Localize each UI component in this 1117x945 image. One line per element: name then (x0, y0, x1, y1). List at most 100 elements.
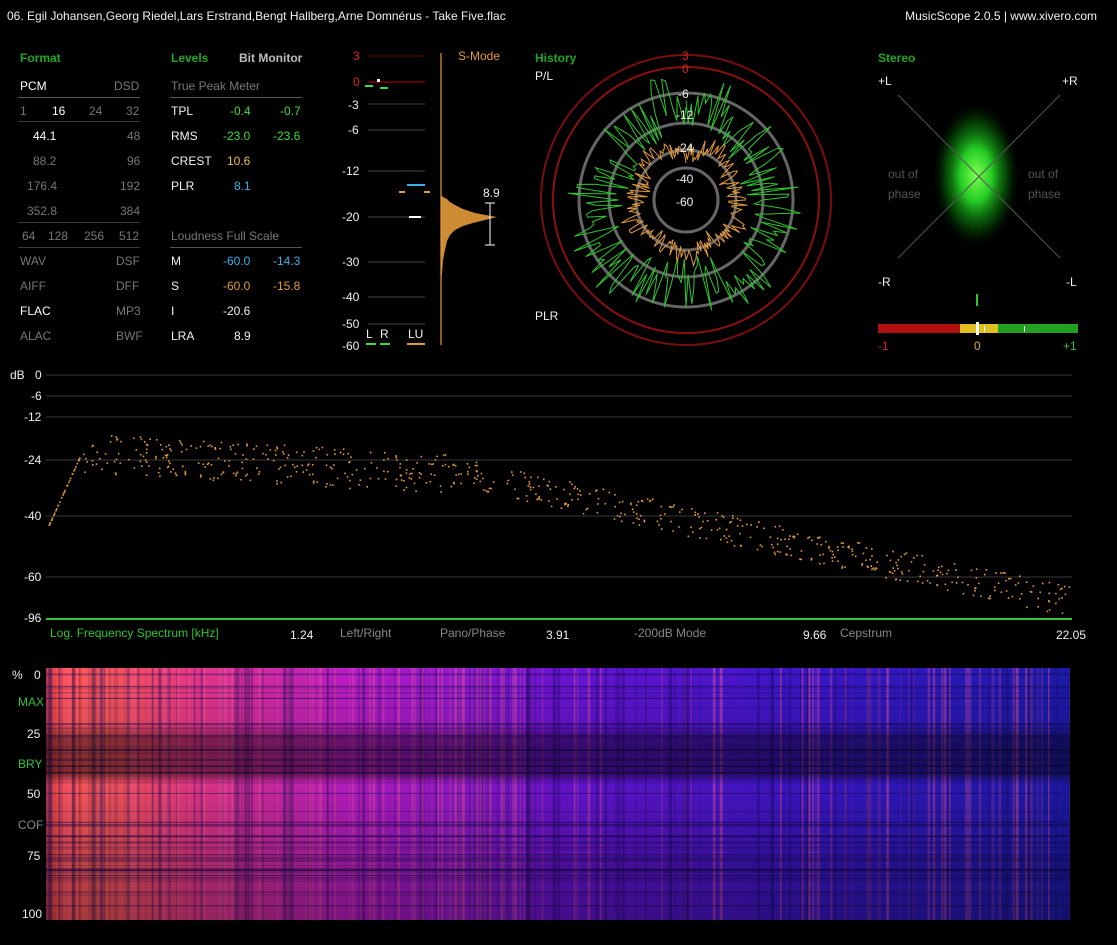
rate-352: 352.8 (27, 204, 58, 218)
goniometer (897, 94, 1061, 259)
i-value: -20.6 (223, 304, 251, 318)
meter-scale-3: 3 (353, 49, 360, 63)
spec-x-3: 9.66 (803, 628, 827, 642)
level-meter (365, 53, 497, 345)
lra-value: 8.9 (234, 329, 251, 343)
tpl-left: -0.4 (230, 104, 251, 118)
track-title: 06. Egil Johansen,Georg Riedel,Lars Erst… (7, 9, 506, 23)
fmt-flac: FLAC (20, 304, 51, 318)
dsd-128: 128 (48, 229, 69, 243)
meter-scale-m12: -12 (342, 164, 360, 178)
spec-y-6: -6 (31, 389, 42, 403)
ring-m12: -12 (676, 108, 694, 122)
dsd-label[interactable]: DSD (114, 79, 139, 93)
spec-y-40: -40 (24, 509, 42, 523)
bit-24: 24 (89, 104, 103, 118)
fmt-bwf: BWF (116, 329, 143, 343)
meter-scale-m30: -30 (342, 255, 360, 269)
levels-heading[interactable]: Levels (171, 51, 208, 65)
meter-scale-m40: -40 (342, 290, 360, 304)
sg-100: 100 (22, 907, 43, 921)
rate-384: 384 (120, 204, 141, 218)
tpl-label: TPL (171, 104, 194, 118)
mode-cepstrum[interactable]: Cepstrum (840, 626, 892, 640)
rate-96: 96 (127, 154, 141, 168)
meter-scale-m50: -50 (342, 317, 360, 331)
stereo-heading: Stereo (878, 51, 916, 65)
dsd-64: 64 (22, 229, 36, 243)
dsd-512: 512 (119, 229, 140, 243)
spec-y-60: -60 (24, 570, 42, 584)
rate-48: 48 (127, 129, 141, 143)
sg-percent: % (12, 668, 23, 682)
sg-50: 50 (27, 787, 41, 801)
m-label: M (171, 254, 181, 268)
spec-x-1: 1.24 (290, 628, 314, 642)
pcm-label[interactable]: PCM (20, 79, 47, 93)
sg-75: 75 (27, 849, 41, 863)
meter-scale-m60: -60 (342, 339, 360, 353)
meter-r-label: R (380, 327, 389, 341)
ring-m40: -40 (676, 172, 694, 186)
rate-192: 192 (120, 179, 141, 193)
fmt-dff: DFF (116, 279, 140, 293)
meter-scale-m6: -6 (348, 123, 359, 137)
lra-label: LRA (171, 329, 195, 343)
crest-label: CREST (171, 154, 212, 168)
smode-button[interactable]: S-Mode (458, 49, 500, 63)
bit-32: 32 (126, 104, 140, 118)
sg-cof[interactable]: COF (18, 818, 43, 832)
sg-bry[interactable]: BRY (18, 757, 42, 771)
spec-x-4: 22.05 (1056, 628, 1087, 642)
meter-scale-m20: -20 (342, 210, 360, 224)
fmt-wav: WAV (20, 254, 46, 268)
true-peak-heading: True Peak Meter (171, 79, 260, 93)
spec-y-96: -96 (24, 611, 42, 625)
plr-meter-value: 8.9 (483, 186, 500, 200)
plr-value: 8.1 (234, 179, 251, 193)
fmt-alac: ALAC (20, 329, 52, 343)
spec-y-24: -24 (24, 453, 42, 467)
mode-200db[interactable]: -200dB Mode (634, 626, 706, 640)
plr-label: PLR (171, 179, 195, 193)
i-label: I (171, 304, 175, 318)
spectrum-label: Log. Frequency Spectrum [kHz] (50, 626, 219, 640)
mode-left-right[interactable]: Left/Right (340, 626, 391, 640)
meter-scale-m3: -3 (348, 98, 359, 112)
s-left: -60.0 (223, 279, 251, 293)
ring-m60: -60 (676, 195, 694, 209)
sg-max[interactable]: MAX (18, 695, 44, 709)
fmt-mp3: MP3 (116, 304, 141, 318)
spec-x-2: 3.91 (546, 628, 570, 642)
meter-l-label: L (366, 327, 373, 341)
s-label: S (171, 279, 180, 293)
s-right: -15.8 (273, 279, 301, 293)
bit-1: 1 (20, 104, 27, 118)
corr-minus1: -1 (878, 339, 889, 353)
bit-16: 16 (52, 104, 66, 118)
meter-lu-label: LU (408, 327, 424, 341)
frequency-spectrum (46, 374, 1072, 620)
m-right: -14.3 (273, 254, 301, 268)
spectrum-db-label: dB (10, 368, 25, 382)
ring-m6: -6 (678, 87, 689, 101)
loudness-heading: Loudness Full Scale (171, 229, 280, 243)
fmt-aiff: AIFF (20, 279, 46, 293)
rate-88: 88.2 (33, 154, 57, 168)
tpl-right: -0.7 (280, 104, 301, 118)
rms-label: RMS (171, 129, 198, 143)
bit-monitor-tab[interactable]: Bit Monitor (239, 51, 302, 65)
corr-0: 0 (974, 339, 981, 353)
meter-scale-0: 0 (353, 75, 360, 89)
spectrogram-image (46, 668, 1070, 920)
dsd-256: 256 (84, 229, 105, 243)
ring-m24: -24 (676, 141, 694, 155)
spec-y-12: -12 (24, 410, 42, 424)
rms-left: -23.0 (223, 129, 251, 143)
rate-44: 44.1 (33, 129, 57, 143)
sg-25: 25 (27, 727, 41, 741)
rate-176: 176.4 (27, 179, 58, 193)
spec-y-0: 0 (35, 368, 42, 382)
mode-pano-phase[interactable]: Pano/Phase (440, 626, 505, 640)
app-title: MusicScope 2.0.5 | www.xivero.com (905, 9, 1097, 23)
